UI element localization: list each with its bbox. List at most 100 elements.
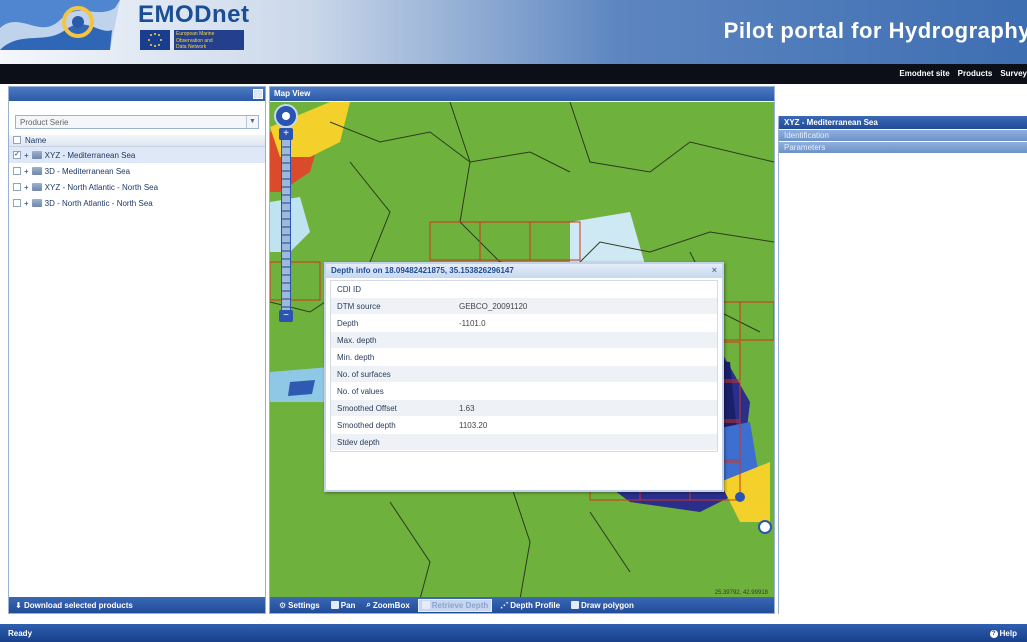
zoom-out-button[interactable]: − (279, 310, 293, 322)
layer-icon (31, 199, 42, 207)
layer-row[interactable]: ✓ + XYZ - Mediterranean Sea (9, 147, 265, 163)
row-value: 1.63 (459, 403, 475, 413)
pan-control-icon[interactable] (274, 104, 298, 128)
zoom-slider[interactable] (281, 140, 291, 310)
row-key: Depth (337, 318, 359, 328)
identification-section[interactable]: Identification (779, 129, 1027, 141)
download-icon: ⬇ (15, 601, 22, 610)
hand-icon (330, 601, 339, 609)
product-serie-select[interactable]: Product Serie ▼ (15, 115, 259, 129)
map-canvas[interactable]: + − Depth info on 18.09482421875, 35.153… (270, 102, 774, 599)
zoom-control: + − (274, 104, 300, 322)
zoom-in-button[interactable]: + (279, 128, 293, 140)
product-panel-header (9, 87, 265, 101)
expand-icon[interactable]: + (24, 183, 29, 192)
depth-info-row: No. of surfaces (331, 366, 717, 383)
pan-button[interactable]: Pan (328, 599, 359, 612)
product-info-panel: XYZ - Mediterranean Sea Identification P… (778, 116, 1027, 614)
gear-icon: ⚙ (279, 600, 287, 610)
depth-info-title-text: Depth info on 18.09482421875, 35.1538262… (331, 266, 514, 275)
zoombox-button[interactable]: ⌕ ZoomBox (363, 599, 412, 612)
layer-checkbox[interactable] (13, 183, 21, 191)
download-selected-products-button[interactable]: ⬇ Download selected products (9, 597, 265, 613)
product-info-title: XYZ - Mediterranean Sea (779, 116, 1027, 129)
row-key: Max. depth (337, 335, 377, 345)
row-key: CDI ID (337, 284, 361, 294)
depth-info-row: Depth -1101.0 (331, 315, 717, 332)
retrieve-depth-label: Retrieve Depth (431, 600, 489, 610)
row-value: 1103.20 (459, 420, 488, 430)
row-key: No. of surfaces (337, 369, 391, 379)
zoombox-label: ZoomBox (372, 600, 410, 610)
nav-survey[interactable]: Survey (1000, 69, 1027, 78)
depth-info-row: Smoothed depth 1103.20 (331, 417, 717, 434)
map-view-header: Map View (270, 87, 774, 101)
product-panel: Product Serie ▼ Name ✓ + XYZ - Mediterra… (8, 86, 266, 614)
eu-line-3: Data Network (176, 44, 207, 50)
row-value: GEBCO_20091120 (459, 301, 528, 311)
row-key: No. of values (337, 386, 384, 396)
layer-label: 3D - Mediterranean Sea (44, 166, 131, 176)
emodnet-logo-wave (0, 0, 120, 50)
retrieve-depth-button[interactable]: Retrieve Depth (417, 598, 493, 612)
draw-polygon-button[interactable]: Draw polygon (568, 599, 637, 612)
eu-network-label: European Marine Observation and Data Net… (174, 30, 244, 50)
layer-checkbox[interactable]: ✓ (13, 151, 21, 159)
row-key: Stdev depth (337, 437, 380, 447)
magnifier-icon: ⌕ (366, 600, 371, 609)
help-label: Help (999, 629, 1017, 638)
depth-info-row: Stdev depth (331, 434, 717, 451)
brand-name: EMODnet (138, 1, 250, 28)
help-button[interactable]: ? Help (989, 629, 1017, 638)
depth-info-row: Min. depth (331, 349, 717, 366)
top-navigation: Emodnet site Products Survey (0, 64, 1027, 84)
header: EMODnet European Marine Observation and … (0, 0, 1027, 64)
tree-header-name: Name (25, 136, 47, 145)
depth-info-row: DTM source GEBCO_20091120 (331, 298, 717, 315)
layer-row[interactable]: + 3D - North Atlantic - North Sea (9, 195, 265, 211)
map-toolbar: ⚙ Settings Pan ⌕ ZoomBox Retrieve Depth … (270, 597, 774, 613)
status-bar: Ready ? Help (0, 624, 1027, 642)
layer-row[interactable]: + XYZ - North Atlantic - North Sea (9, 179, 265, 195)
map-view-title: Map View (274, 89, 311, 98)
select-all-checkbox[interactable] (13, 136, 21, 144)
expand-icon[interactable]: + (24, 167, 29, 176)
collapse-panel-button[interactable] (253, 89, 263, 99)
depth-info-popup: Depth info on 18.09482421875, 35.1538262… (324, 262, 724, 492)
layer-checkbox[interactable] (13, 199, 21, 207)
depth-info-title: Depth info on 18.09482421875, 35.1538262… (326, 264, 722, 278)
download-label: Download selected products (23, 601, 133, 610)
help-icon: ? (989, 629, 998, 638)
tree-header: Name (9, 135, 265, 147)
layer-label: XYZ - Mediterranean Sea (44, 150, 136, 160)
chevron-down-icon[interactable]: ▼ (246, 116, 258, 128)
parameters-section[interactable]: Parameters (779, 141, 1027, 153)
draw-polygon-label: Draw polygon (581, 600, 634, 610)
expand-icon[interactable]: + (24, 199, 29, 208)
depth-info-row: Smoothed Offset 1.63 (331, 400, 717, 417)
layer-label: XYZ - North Atlantic - North Sea (44, 182, 159, 192)
layer-row[interactable]: + 3D - Mediterranean Sea (9, 163, 265, 179)
layer-icon (31, 167, 42, 175)
pan-label: Pan (340, 600, 356, 610)
row-key: Smoothed Offset (337, 403, 397, 413)
depth-info-row: Max. depth (331, 332, 717, 349)
depth-info-row: No. of values (331, 383, 717, 400)
row-key: DTM source (337, 301, 381, 311)
product-serie-value: Product Serie (20, 118, 69, 127)
layer-label: 3D - North Atlantic - North Sea (44, 198, 153, 208)
layer-checkbox[interactable] (13, 167, 21, 175)
depth-info-table: CDI ID DTM source GEBCO_20091120 Depth -11… (330, 280, 718, 452)
close-icon[interactable]: × (712, 265, 717, 275)
status-text: Ready (8, 629, 33, 638)
nav-emodnet-site[interactable]: Emodnet site (899, 69, 949, 78)
expand-icon[interactable]: + (24, 151, 29, 160)
depth-profile-button[interactable]: ⋰ Depth Profile (497, 599, 563, 612)
settings-label: Settings (288, 600, 320, 610)
portal-title: Pilot portal for Hydrography (723, 18, 1027, 43)
layer-icon (31, 151, 42, 159)
nav-products[interactable]: Products (958, 69, 993, 78)
row-key: Min. depth (337, 352, 375, 362)
settings-button[interactable]: ⚙ Settings (276, 599, 323, 612)
map-view-panel: Map View + − Depth info on 18.0948242187… (269, 86, 775, 614)
